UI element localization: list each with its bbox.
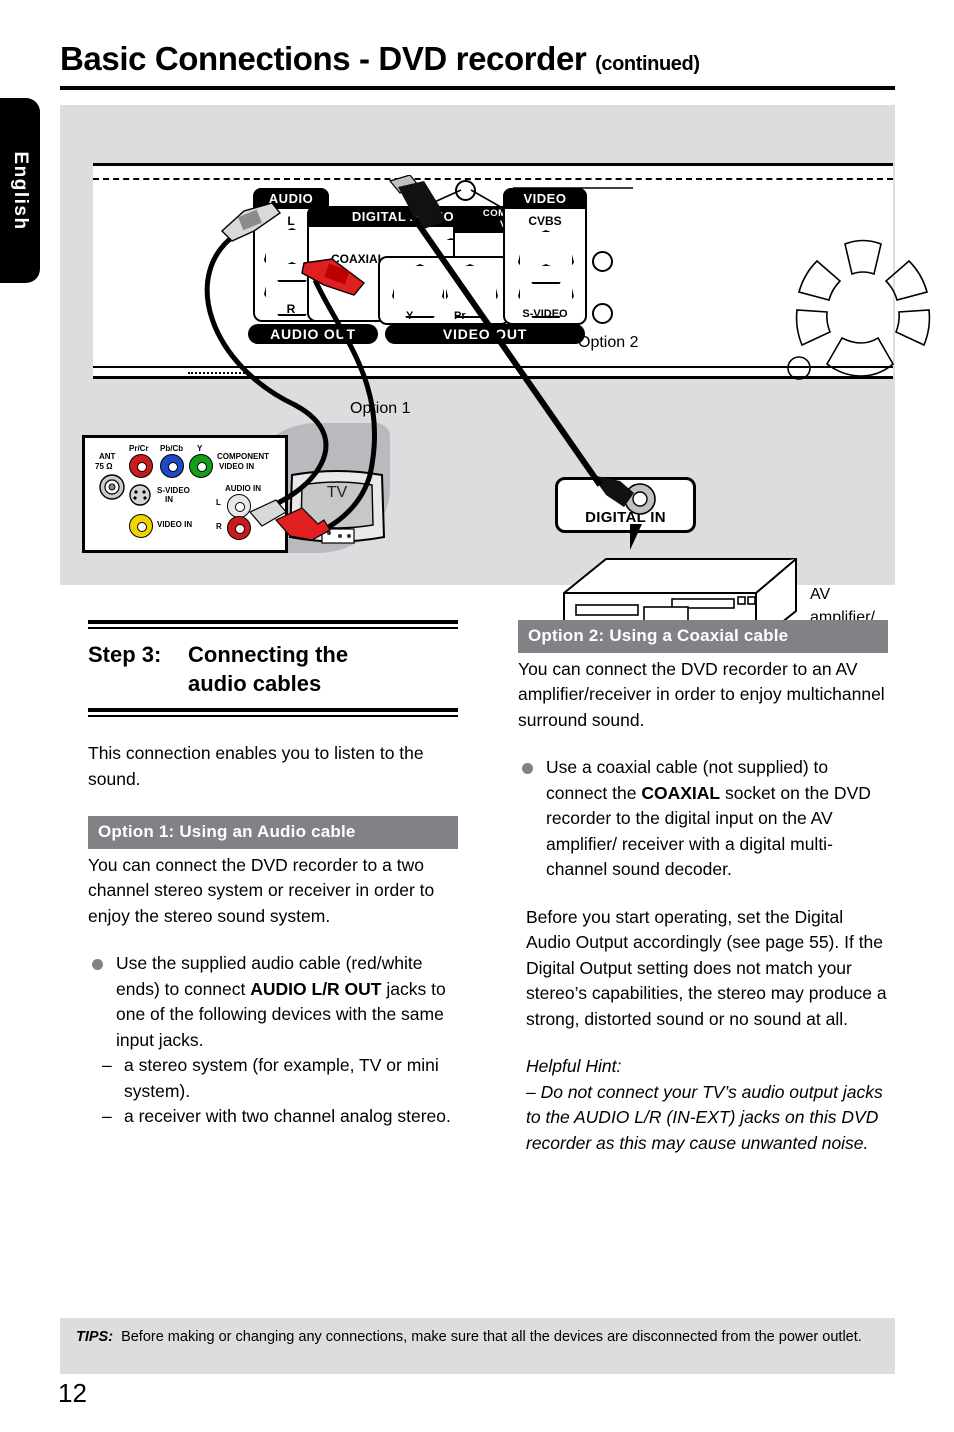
tv-s-video-label-2: IN [165,495,173,504]
tips-text: Before making or changing any connection… [121,1329,862,1345]
component-pr-label: Pr [454,310,466,322]
fan-vent-icon [787,239,931,380]
option-1-bullet: Use the supplied audio cable (red/white … [88,951,458,1053]
video-out-pill: VIDEO OUT [385,324,585,344]
step-divider-top [88,620,458,624]
option-2-diagram-label: Option 2 [578,334,639,351]
coaxial-plug-icon-recorder [388,175,446,229]
tv-video-in-label: VIDEO IN [157,520,193,529]
coaxial-plug-icon-amp [592,475,656,515]
dvd-recorder-rear-panel: AUDIO L R DIGITAL AUDIO COAXIAL COMPONEN… [93,163,931,380]
white-rca-plug-icon [220,202,282,242]
title-divider [60,86,895,90]
jack-group-video-label: VIDEO [503,188,587,209]
sub-item-2-text: a receiver with two channel analog stere… [124,1106,451,1126]
tv-component-label-1: COMPONENT [217,452,269,461]
audio-out-pill: AUDIO OUT [248,324,378,344]
option-2-paragraph: You can connect the DVD recorder to an A… [518,658,885,730]
step-label: Step 3: [88,642,162,667]
cvbs-label: CVBS [528,214,562,228]
tv-prcr-jack [129,454,153,478]
option-2-bullet: Use a coaxial cable (not supplied) to co… [518,755,888,883]
option-2-section-header: Option 2: Using a Coaxial cable [518,620,888,653]
tv-y-label: Y [197,444,203,453]
left-column: Step 3: Connecting the audio cables This c… [88,620,458,1130]
step-title: Connecting the audio cables [188,642,349,696]
component-pr-jack [442,264,498,318]
tv-s-video-label-1: S-VIDEO [157,486,190,495]
page-title-main: Basic Connections - DVD recorder [60,40,587,77]
sub-item-2: – a receiver with two channel analog ste… [88,1104,458,1130]
tips-footer: TIPS: Before making or changing any conne… [60,1318,895,1374]
red-rca-plug-icon [301,258,366,296]
jack-group-y-pr: Y Pr [378,256,510,325]
helpful-hint-body: – Do not connect your TV’s audio output … [526,1081,883,1153]
option-1-paragraph: You can connect the DVD recorder to a tw… [88,854,435,926]
digital-output-paragraph: Before you start operating, set the Digi… [526,906,887,1029]
bullet-text-bold: AUDIO L/R OUT [250,978,382,999]
tv-prcr-label: Pr/Cr [129,444,149,453]
connection-diagram: AUDIO L R DIGITAL AUDIO COAXIAL COMPONEN… [60,105,931,649]
panel-screw-icon-3 [592,251,613,272]
language-tab-english: English [0,98,40,283]
dash-marker-1: – [102,1055,112,1075]
page-title-continued: (continued) [595,53,700,75]
page-number: 12 [58,1378,87,1408]
tv-ant-ohm-label: 75 Ω [95,462,113,471]
tv-ant-label: ANT [99,452,116,461]
helpful-hint-title: Helpful Hint: [526,1056,622,1076]
sub-item-1: – a stereo system (for example, TV or mi… [88,1053,458,1104]
jack-group-video: VIDEO CVBS S-VIDEO [503,188,587,325]
dash-marker-2: – [102,1106,112,1126]
component-y-jack [392,264,448,318]
intro-paragraph: This connection enables you to listen to… [88,743,424,789]
bullet2-text-bold: COAXIAL [641,782,721,803]
sub-item-1-text: a stereo system (for example, TV or mini… [124,1055,439,1101]
tv-ant-connector-icon [99,474,125,500]
language-tab-label: English [10,150,31,231]
step-heading: Step 3: Connecting the audio cables [88,640,458,698]
tv-s-video-jack-icon [129,484,151,506]
tv-plug-icons [249,499,331,541]
s-video-label: S-VIDEO [522,308,568,320]
bullet-dot-icon [92,959,103,970]
right-column: Option 2: Using a Coaxial cable You can … [518,620,888,1156]
tv-video-in-jack [129,514,153,538]
tv-y-jack [189,454,213,478]
tv-component-label-2: VIDEO IN [219,462,255,471]
bullet-dot-icon-2 [522,763,533,774]
tv-pbcb-jack [160,454,184,478]
tips-inner: TIPS: Before making or changing any conne… [76,1327,881,1347]
tips-label: TIPS: [76,1329,114,1345]
tv-audio-r-label: R [216,522,222,531]
page-title: Basic Connections - DVD recorder (contin… [60,40,895,78]
option-1-section-header: Option 1: Using an Audio cable [88,816,458,849]
step-divider-top-thin [88,627,458,629]
component-y-label: Y [406,310,414,322]
tv-pbcb-label: Pb/Cb [160,444,184,453]
tv-audio-l-label: L [216,498,221,507]
option-1-diagram-label: Option 1 [350,400,411,417]
panel-screw-icon-4 [592,303,613,324]
step-divider-bottom [88,708,458,712]
